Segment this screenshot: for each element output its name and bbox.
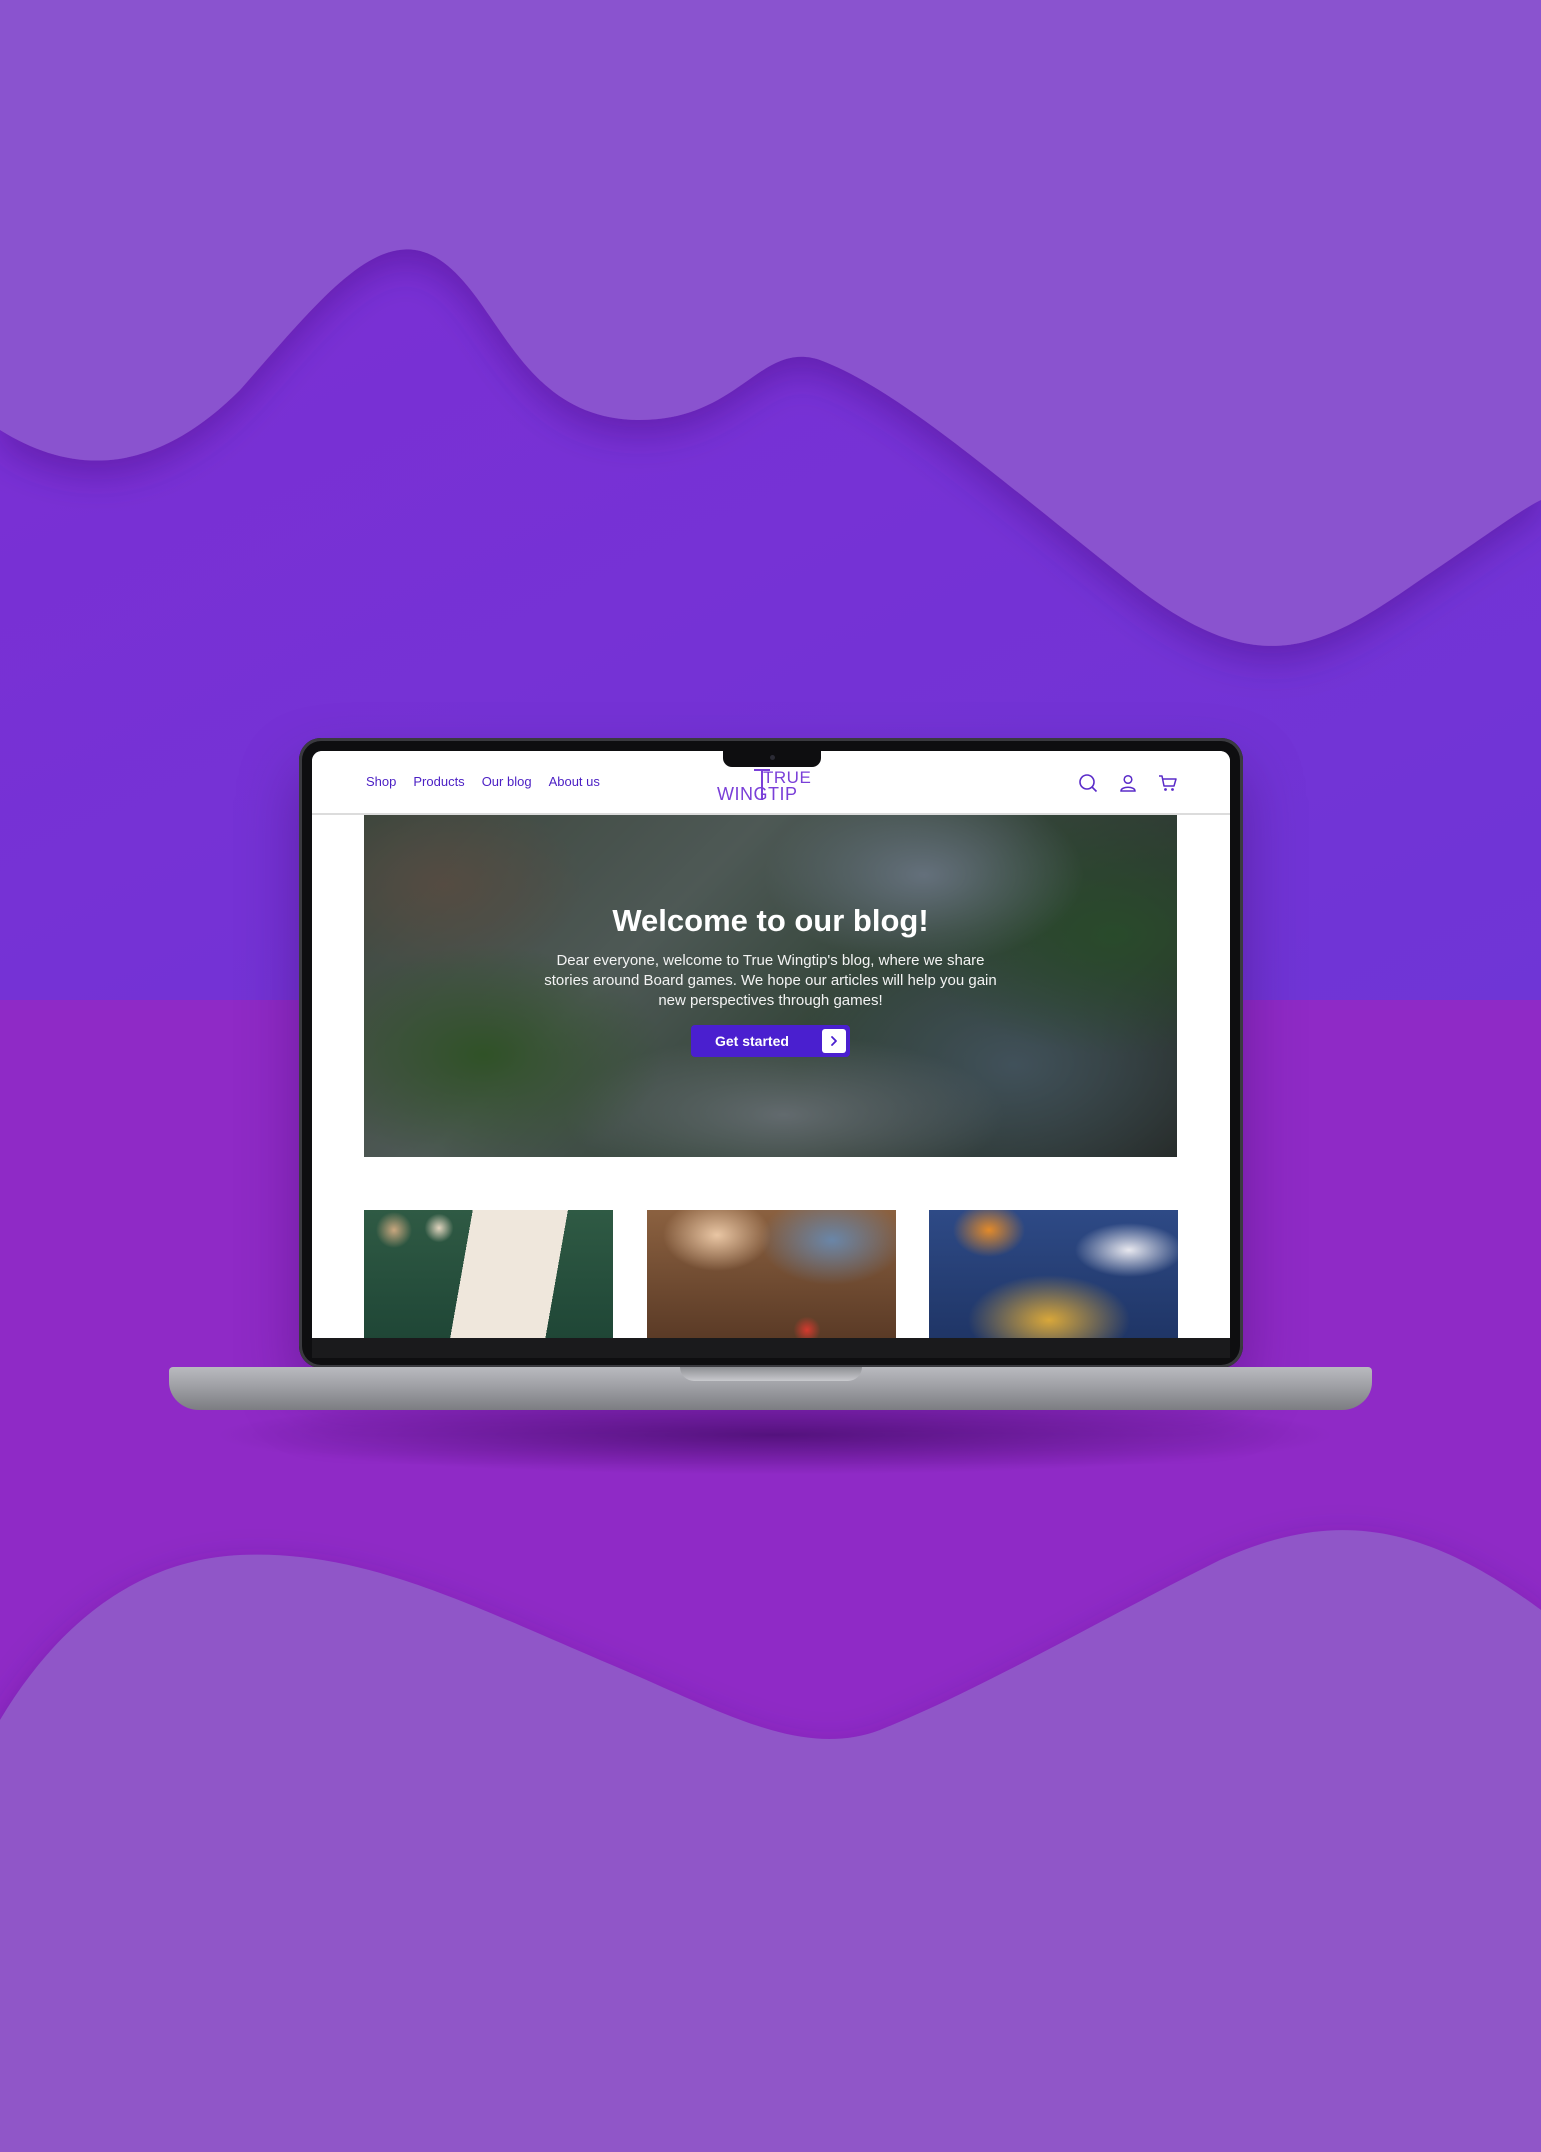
brand-logo[interactable]: TRUE WINGTIP (717, 768, 827, 809)
nav-item-shop[interactable]: Shop (366, 774, 396, 789)
hero-description: Dear everyone, welcome to True Wingtip's… (544, 952, 997, 1009)
laptop-opening-lip (680, 1367, 862, 1381)
main-nav: Shop Products Our blog About us (366, 774, 600, 789)
get-started-label: Get started (715, 1033, 789, 1049)
logo-word-wingtip: WINGTIP (717, 784, 798, 804)
camera-icon (770, 755, 775, 760)
search-icon[interactable] (1078, 773, 1098, 793)
cart-icon[interactable] (1158, 773, 1178, 793)
nav-item-about-us[interactable]: About us (549, 774, 600, 789)
blog-card-image-3[interactable] (929, 1210, 1178, 1338)
nav-item-products[interactable]: Products (413, 774, 464, 789)
hero-banner: Welcome to our blog! Dear everyone, welc… (364, 815, 1177, 1157)
nav-item-our-blog[interactable]: Our blog (482, 774, 532, 789)
browser-screen: Shop Products Our blog About us TRUE WIN… (312, 751, 1230, 1338)
header-icons (1078, 773, 1178, 793)
hero-title: Welcome to our blog! (612, 903, 929, 938)
blog-card-image-1[interactable] (364, 1210, 613, 1338)
get-started-button[interactable]: Get started (691, 1025, 850, 1057)
camera-notch (723, 750, 821, 767)
laptop-bezel (312, 1338, 1230, 1358)
user-icon[interactable] (1118, 773, 1138, 793)
blog-card-image-2[interactable] (647, 1210, 896, 1338)
chevron-right-icon (822, 1029, 846, 1053)
